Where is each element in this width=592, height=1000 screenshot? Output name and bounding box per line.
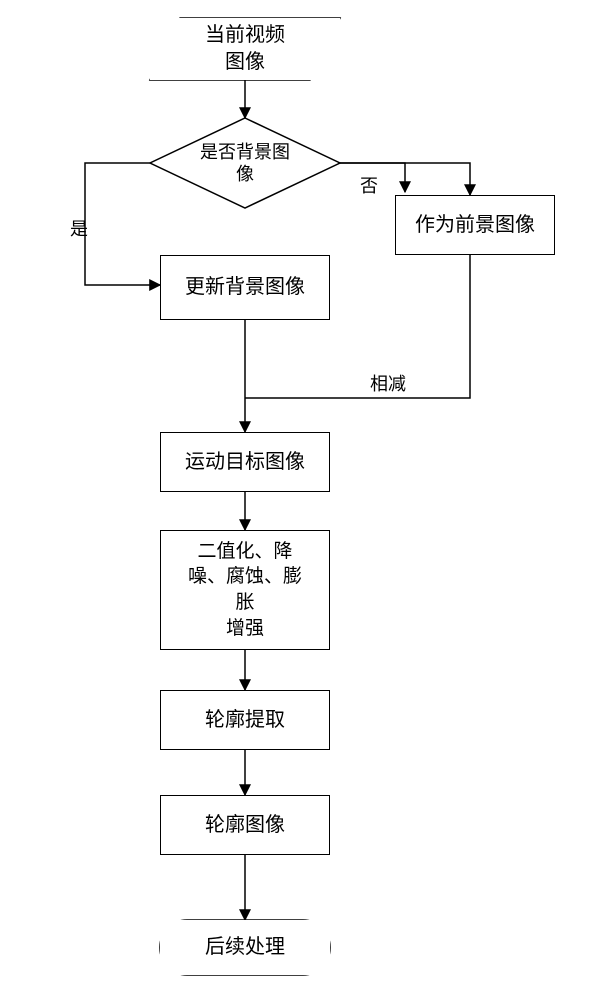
contour-extract-node: 轮廓提取 [160,690,330,750]
contour-image-node: 轮廓图像 [160,795,330,855]
edge-label-no: 否 [360,172,378,198]
start-node: 当前视频图像 [150,18,340,80]
decision-label: 是否背景图像 [150,118,340,208]
update-bg-node: 更新背景图像 [160,255,330,320]
terminator-node: 后续处理 [160,920,330,975]
update-bg-label: 更新背景图像 [185,274,305,301]
edge-label-yes: 是 [70,215,88,241]
decision-node: 是否背景图像 [150,118,340,208]
morph-node: 二值化、降噪、腐蚀、膨胀增强 [160,530,330,650]
foreground-node: 作为前景图像 [395,195,555,255]
foreground-label: 作为前景图像 [415,212,535,239]
contour-extract-label: 轮廓提取 [205,707,285,734]
edge-label-subtract: 相减 [370,370,406,396]
terminator-label: 后续处理 [205,934,285,961]
moving-target-label: 运动目标图像 [185,449,305,476]
contour-image-label: 轮廓图像 [205,812,285,839]
morph-label: 二值化、降噪、腐蚀、膨胀增强 [188,539,302,642]
moving-target-node: 运动目标图像 [160,432,330,492]
start-label: 当前视频图像 [205,22,285,76]
